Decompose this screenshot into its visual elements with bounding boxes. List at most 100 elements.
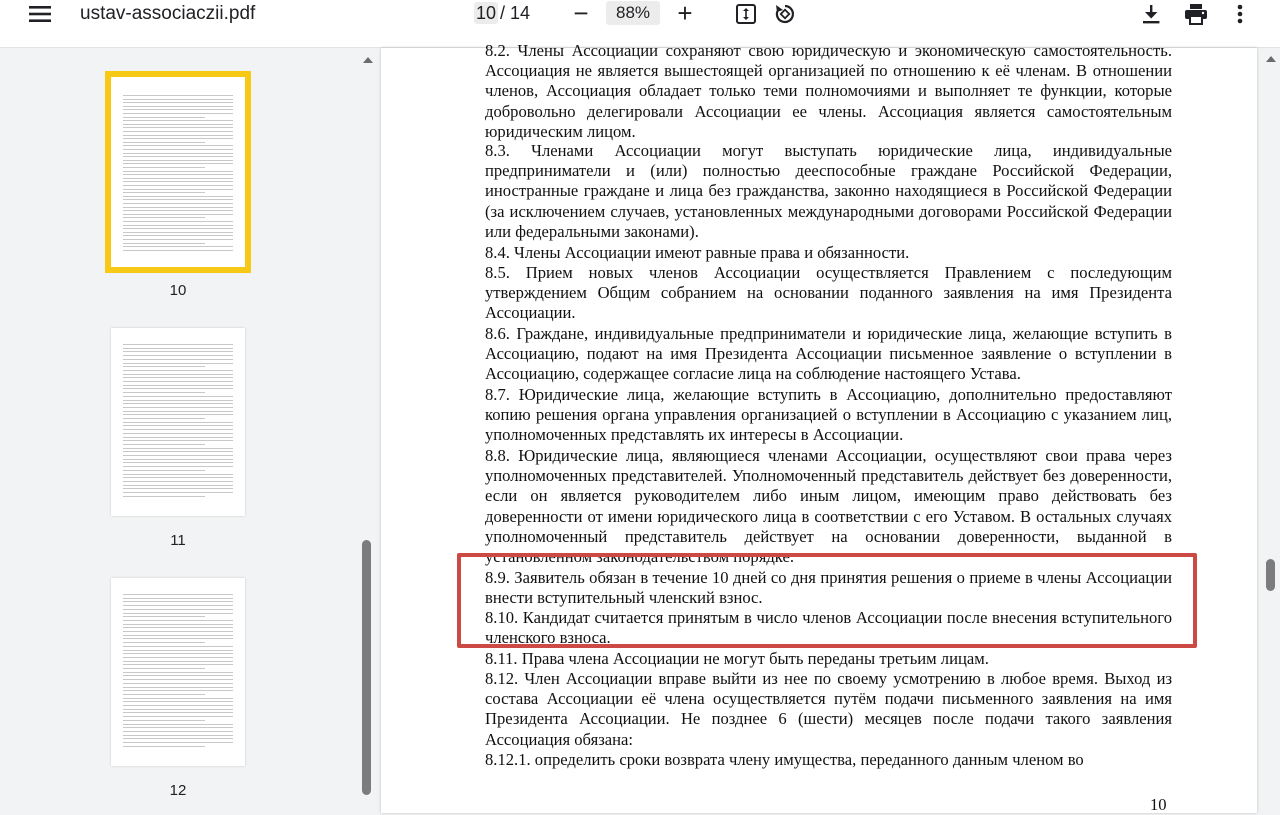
- thumbnail-text-line: [123, 188, 233, 190]
- thumbnail-text-line: [123, 436, 233, 438]
- thumbnail-text-line: [123, 738, 233, 740]
- thumbnail-text-line: [123, 612, 233, 614]
- thumbnail-text-line: [123, 668, 205, 669]
- thumbnail-text-line: [123, 392, 205, 394]
- thumbnail-text-line: [123, 701, 233, 703]
- thumbnail-text-line: [123, 344, 233, 345]
- thumbnail-sidebar: 10 11 12: [0, 48, 356, 813]
- thumbnail-text-line: [123, 221, 233, 222]
- thumbnail-text-line: [123, 675, 233, 677]
- paragraph-8-8: 8.8. Юридические лица, являющиеся членам…: [485, 446, 1172, 567]
- document-scrollbar[interactable]: [1262, 48, 1280, 813]
- thumbnail-page-12[interactable]: [111, 578, 245, 766]
- thumbnail-text-line: [123, 727, 233, 729]
- thumbnail-label: 11: [170, 532, 186, 549]
- thumbnail-label: 12: [169, 782, 187, 799]
- thumbnail-text-line: [123, 608, 233, 610]
- thumbnail-text-line: [123, 734, 233, 736]
- paragraph-8-6: 8.6. Граждане, индивидуальные предприним…: [485, 324, 1172, 384]
- thumbnail-text-line: [123, 113, 233, 114]
- thumbnail-text-line: [123, 466, 233, 468]
- zoom-in-button[interactable]: +: [672, 0, 698, 26]
- document-scrollbar-thumb[interactable]: [1266, 559, 1275, 591]
- thumbnail-text-line: [123, 170, 233, 172]
- thumbnail-text-line: [123, 623, 233, 625]
- thumbnail-text-line: [123, 601, 233, 603]
- thumbnail-text-line: [123, 395, 233, 397]
- thumbnail-text-line: [123, 242, 205, 244]
- thumbnail-text-line: [123, 235, 233, 237]
- thumbnail-page-11[interactable]: [111, 328, 245, 516]
- thumbnail-text-line: [123, 462, 233, 464]
- thumbnail-text-line: [123, 355, 233, 357]
- scroll-up-arrow-icon[interactable]: [1266, 56, 1276, 62]
- paragraph-8-2: 8.2. Члены Ассоциации сохраняют свою юри…: [485, 41, 1172, 141]
- thumbnail-text-line: [123, 638, 233, 640]
- thumbnail-text-line: [123, 712, 233, 714]
- thumbnail-text-line: [123, 195, 233, 197]
- thumbnail-text-line: [123, 723, 233, 725]
- thumbnail-text-line: [123, 138, 233, 140]
- thumbnail-text-line: [123, 642, 205, 644]
- paragraph-8-11: 8.11. Права члена Ассоциации не могут бы…: [485, 649, 989, 668]
- sidebar-scrollbar-thumb[interactable]: [362, 540, 371, 795]
- thumbnail-text-line: [123, 141, 205, 143]
- thumbnail-text-line: [123, 369, 233, 371]
- thumbnail-text-line: [123, 156, 233, 158]
- thumbnail-text-line: [123, 634, 233, 636]
- thumbnail-text-line: [123, 347, 233, 349]
- thumbnail-text-line: [123, 177, 233, 179]
- thumbnail-text-line: [123, 484, 233, 486]
- thumbnail-text-line: [123, 377, 233, 379]
- thumbnail-text-line: [123, 697, 233, 699]
- thumbnail-text-line: [123, 649, 233, 651]
- print-icon[interactable]: [1183, 1, 1209, 27]
- thumbnail-text-line: [123, 131, 233, 132]
- thumbnail-text-line: [123, 594, 233, 595]
- thumbnail-text-line: [123, 690, 233, 692]
- paragraph-8-3: 8.3. Членами Ассоциации могут выступать …: [485, 141, 1172, 241]
- thumbnail-text-line: [123, 451, 233, 453]
- thumbnail-text-line: [123, 174, 233, 176]
- thumbnail-text-line: [123, 495, 205, 497]
- zoom-level-input[interactable]: 88%: [606, 1, 660, 25]
- thumbnail-text-line: [123, 192, 205, 194]
- thumbnail-text-line: [123, 664, 233, 666]
- thumbnail-text-line: [123, 109, 233, 111]
- thumbnail-text-line: [123, 358, 233, 360]
- thumbnail-page-10[interactable]: [105, 71, 251, 273]
- thumbnail-text-line: [123, 656, 233, 658]
- thumbnail-text-line: [123, 399, 233, 401]
- scroll-up-arrow-icon[interactable]: [363, 57, 373, 63]
- zoom-out-button[interactable]: −: [568, 0, 594, 26]
- thumbnail-text-line: [123, 102, 233, 104]
- fit-page-icon[interactable]: [733, 1, 759, 27]
- more-vert-icon[interactable]: [1230, 1, 1250, 27]
- thumbnail-text-line: [123, 410, 233, 412]
- thumbnail-text-line: [123, 185, 233, 186]
- thumbnail-text-line: [123, 206, 233, 208]
- download-icon[interactable]: [1138, 1, 1164, 27]
- thumbnail-text-line: [123, 159, 233, 161]
- thumbnail-text-line: [123, 477, 233, 479]
- thumbnail-text-line: [123, 682, 233, 684]
- thumbnail-text-line: [123, 249, 233, 251]
- thumbnail-text-line: [123, 693, 205, 695]
- thumbnail-text-line: [123, 742, 233, 743]
- thumbnail-text-line: [123, 679, 233, 681]
- thumbnail-text-line: [123, 421, 233, 423]
- thumbnail-text-line: [123, 351, 233, 353]
- thumbnail-text-line: [123, 429, 233, 431]
- thumbnail-text-line: [123, 373, 233, 375]
- paragraph-8-5: 8.5. Прием новых членов Ассоциации осуще…: [485, 263, 1172, 323]
- file-title: ustav-associaczii.pdf: [80, 3, 256, 24]
- thumbnail-text-line: [123, 418, 205, 419]
- current-page-input[interactable]: 10: [474, 2, 498, 24]
- paragraph-8-12-1: 8.12.1. определить сроки возврата члену …: [485, 750, 1084, 769]
- thumbnail-text-line: [123, 95, 233, 96]
- thumbnail-text-line: [123, 414, 233, 416]
- thumbnail-text-line: [123, 239, 233, 240]
- rotate-icon[interactable]: [772, 1, 798, 27]
- menu-icon[interactable]: [24, 2, 56, 26]
- thumbnail-text-line: [123, 246, 233, 248]
